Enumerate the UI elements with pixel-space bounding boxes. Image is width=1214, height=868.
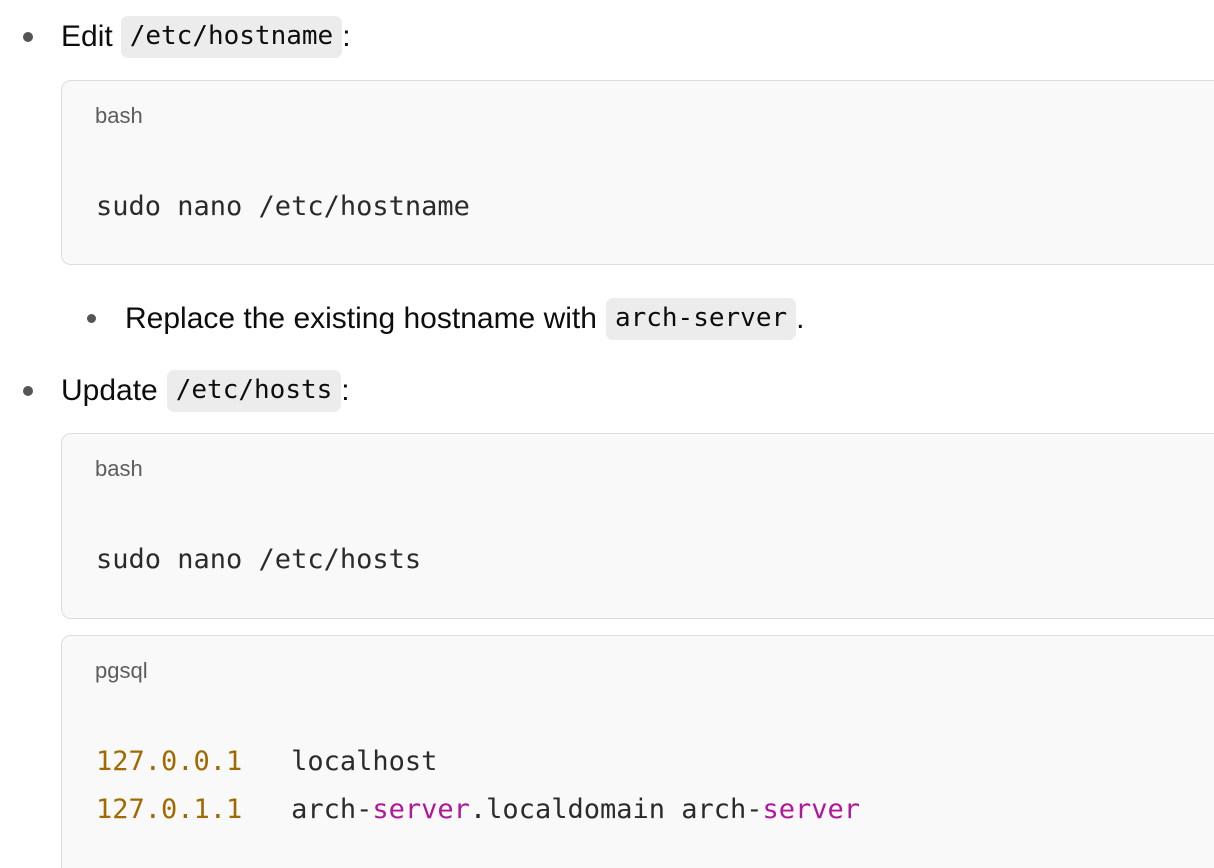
- list-item-text: Update: [61, 374, 158, 407]
- list-item-edit-hostname: Edit /etc/hostname :: [61, 14, 351, 60]
- inline-code-arch-server: arch-server: [605, 298, 797, 340]
- code-language-label: bash: [95, 103, 143, 128]
- code-token-host: arch-: [291, 794, 373, 825]
- code-block-hosts-file: pgsql 127.0.0.1 localhost 127.0.1.1 arch…: [61, 635, 1214, 868]
- code-line: sudo nano /etc/hostname: [96, 191, 470, 222]
- list-item-replace-hostname: Replace the existing hostname with arch-…: [125, 296, 804, 342]
- list-item-suffix: :: [341, 374, 350, 407]
- code-token-host: localhost: [291, 746, 438, 777]
- code-language-label: bash: [95, 456, 143, 481]
- code-line: 127.0.1.1 arch-server.localdomain arch-s…: [96, 794, 860, 825]
- bullet-icon: [23, 386, 33, 396]
- code-token-gap: [242, 746, 291, 777]
- code-token-ip: 127.0.1.1: [96, 794, 243, 825]
- list-item-suffix: .: [796, 302, 805, 335]
- code-token-ip: 127.0.0.1: [96, 746, 243, 777]
- code-block-hosts-command: bash sudo nano /etc/hosts: [61, 433, 1214, 619]
- code-token-host: .localdomain arch-: [469, 794, 763, 825]
- code-language-label: pgsql: [95, 658, 148, 683]
- code-token-gap: [242, 794, 291, 825]
- list-item-text: Replace the existing hostname with: [125, 302, 597, 335]
- inline-code-hostname-path: /etc/hostname: [120, 16, 343, 58]
- list-item-text: Edit: [61, 20, 113, 53]
- list-item-suffix: :: [342, 20, 351, 53]
- code-token-keyword: server: [372, 794, 470, 825]
- bullet-icon: [23, 32, 33, 42]
- bullet-icon: [87, 314, 96, 323]
- code-line: sudo nano /etc/hosts: [96, 544, 422, 575]
- list-item-update-hosts: Update /etc/hosts :: [61, 368, 350, 414]
- code-line: 127.0.0.1 localhost: [96, 746, 437, 777]
- inline-code-hosts-path: /etc/hosts: [166, 370, 342, 412]
- code-token-keyword: server: [762, 794, 861, 825]
- code-block-hostname: bash sudo nano /etc/hostname: [61, 80, 1214, 265]
